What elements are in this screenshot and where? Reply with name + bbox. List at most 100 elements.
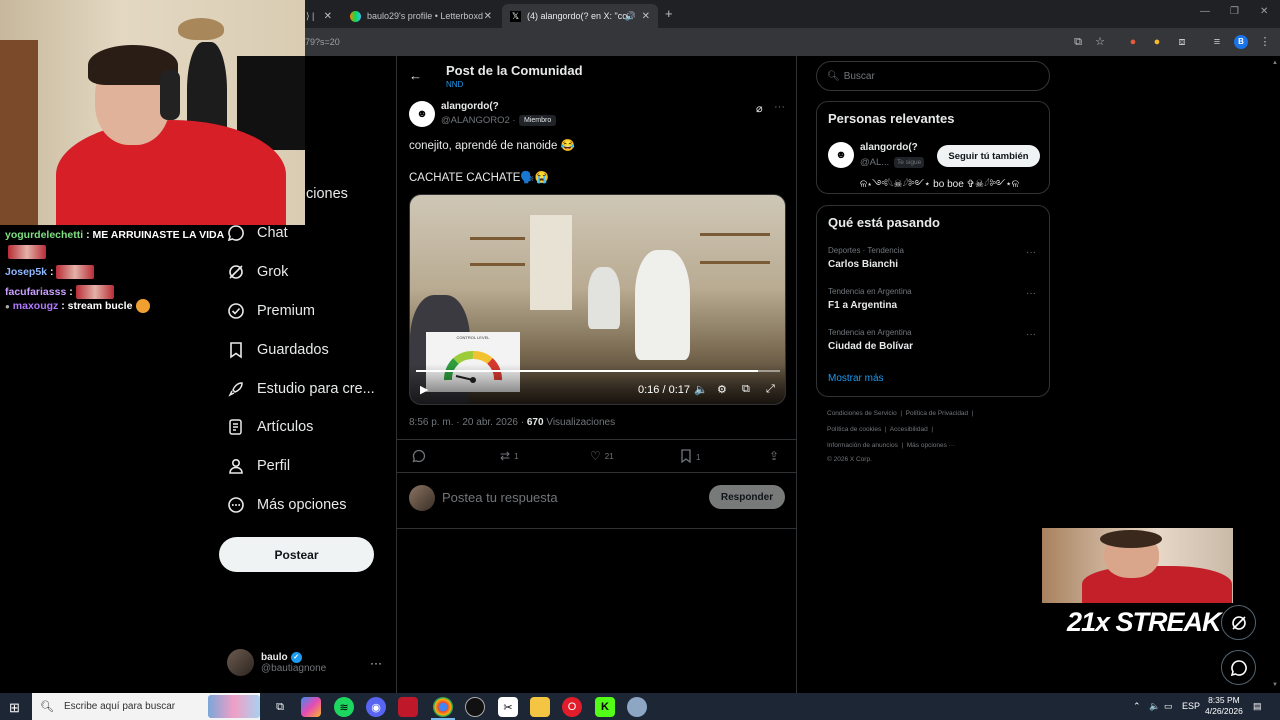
- messages-floating-button[interactable]: [1221, 650, 1256, 685]
- notifications-icon[interactable]: ▤: [1253, 701, 1262, 712]
- reply-input[interactable]: Postea tu respuesta: [442, 490, 558, 505]
- restore-icon[interactable]: ❐: [1230, 6, 1239, 17]
- close-tab-icon[interactable]: ✕: [484, 11, 492, 22]
- footer-link[interactable]: Información de anuncios: [827, 442, 898, 449]
- show-more-link[interactable]: Mostrar más: [828, 373, 884, 384]
- trend-item[interactable]: F1 a Argentina: [828, 300, 897, 311]
- nav-item-studio[interactable]: Estudio para cre...: [227, 380, 375, 398]
- play-icon[interactable]: ▶: [420, 383, 428, 396]
- nav-item-partial[interactable]: ciones: [306, 186, 348, 202]
- relevant-avatar[interactable]: ☻: [828, 142, 854, 168]
- bookmark-star-icon[interactable]: ☆: [1093, 35, 1107, 49]
- extension-color-icon[interactable]: ●: [1150, 35, 1164, 49]
- trend-more-icon[interactable]: ···: [1026, 247, 1036, 258]
- search-input[interactable]: 🔍︎ Buscar: [816, 61, 1050, 91]
- repost-action[interactable]: ⇄ 1: [500, 449, 519, 463]
- volume-icon[interactable]: 🔈: [694, 383, 708, 396]
- author-handle[interactable]: @ALANGORO2 ·: [441, 115, 516, 126]
- reaction-webcam: [1042, 528, 1233, 603]
- new-tab-icon[interactable]: +: [665, 6, 673, 21]
- browser-menu-icon[interactable]: ⋮: [1258, 35, 1272, 49]
- streaming-app-icon[interactable]: [398, 697, 418, 717]
- page-scrollbar[interactable]: [1271, 56, 1280, 693]
- kick-icon[interactable]: K: [595, 697, 615, 717]
- nav-item-profile[interactable]: Perfil: [227, 457, 290, 475]
- bookmark-action[interactable]: 1: [680, 449, 700, 466]
- pip-icon[interactable]: ⧉: [742, 383, 750, 396]
- video-progress-bar[interactable]: [416, 370, 780, 372]
- task-view-icon[interactable]: ⧉: [270, 697, 290, 717]
- footer-link[interactable]: Accesibilidad: [890, 426, 928, 433]
- minimize-icon[interactable]: —: [1200, 6, 1210, 17]
- extension-fox-icon[interactable]: ●: [1126, 35, 1140, 49]
- account-switcher[interactable]: baulo ✓ @bautiagnone: [227, 649, 326, 676]
- network-tray-icon[interactable]: ▭: [1164, 701, 1173, 712]
- nav-item-premium[interactable]: Premium: [227, 302, 315, 320]
- volume-tray-icon[interactable]: 🔈: [1149, 701, 1160, 712]
- trend-item[interactable]: Ciudad de Bolívar: [828, 341, 913, 352]
- follow-button[interactable]: Seguir tú también: [937, 145, 1040, 167]
- capcut-icon[interactable]: ✂: [498, 697, 518, 717]
- share-action[interactable]: ⇪: [769, 449, 779, 463]
- reading-list-icon[interactable]: ≡: [1210, 35, 1224, 49]
- post-more-icon[interactable]: ···: [774, 101, 785, 113]
- speaker-icon[interactable]: 🔊: [625, 11, 636, 22]
- post-button[interactable]: Postear: [219, 537, 374, 572]
- post-timestamp[interactable]: 8:56 p. m. · 20 abr. 2026 ·: [409, 417, 524, 428]
- app-icon[interactable]: [627, 697, 647, 717]
- author-avatar[interactable]: ☻: [409, 101, 435, 127]
- tray-chevron-icon[interactable]: ⌃: [1133, 701, 1141, 712]
- windows-start-icon[interactable]: ⊞: [9, 700, 20, 716]
- reply-action[interactable]: [412, 449, 426, 466]
- close-tab-icon[interactable]: ✕: [324, 11, 332, 22]
- community-name[interactable]: NND: [446, 80, 463, 89]
- account-more-icon[interactable]: ···: [370, 656, 382, 670]
- footer-link[interactable]: Política de cookies: [827, 426, 881, 433]
- profile-avatar-icon[interactable]: B: [1234, 35, 1248, 49]
- search-highlight-image[interactable]: [208, 695, 260, 718]
- browser-tab-x[interactable]: 𝕏 (4) alangordo(? en X: "cone 🔊 ✕: [502, 4, 658, 28]
- grok-floating-button[interactable]: [1221, 605, 1256, 640]
- input-language[interactable]: ESP: [1182, 701, 1200, 711]
- relevant-handle[interactable]: @AL...: [860, 157, 889, 168]
- chrome-icon[interactable]: [433, 697, 453, 717]
- browser-tab-letterboxd[interactable]: baulo29's profile • Letterboxd ✕: [342, 4, 500, 28]
- back-arrow-icon[interactable]: ←: [409, 68, 422, 83]
- author-name[interactable]: alangordo(?: [441, 101, 499, 112]
- discord-icon[interactable]: ◉: [366, 697, 386, 717]
- nav-item-chat[interactable]: Chat: [227, 224, 288, 242]
- trend-item[interactable]: Carlos Bianchi: [828, 259, 898, 270]
- file-explorer-icon[interactable]: [530, 697, 550, 717]
- footer-link[interactable]: Condiciones de Servicio: [827, 410, 897, 417]
- reply-button[interactable]: Responder: [709, 485, 785, 509]
- extensions-puzzle-icon[interactable]: ⧈: [1175, 35, 1189, 49]
- trend-more-icon[interactable]: ···: [1026, 329, 1036, 340]
- relevant-name[interactable]: alangordo(?: [860, 142, 918, 153]
- nav-item-more[interactable]: Más opciones: [227, 496, 346, 514]
- avatar: [227, 649, 254, 676]
- opera-icon[interactable]: O: [562, 697, 582, 717]
- scroll-down-icon[interactable]: ▼: [1272, 682, 1278, 688]
- nav-item-grok[interactable]: Grok: [227, 263, 288, 281]
- spotify-icon[interactable]: ≋: [334, 697, 354, 717]
- copilot-icon[interactable]: [301, 697, 321, 717]
- nav-item-articles[interactable]: Artículos: [227, 418, 313, 436]
- close-window-icon[interactable]: ✕: [1260, 6, 1268, 17]
- install-app-icon[interactable]: ⧉: [1071, 35, 1085, 49]
- close-tab-icon[interactable]: ✕: [642, 11, 650, 22]
- footer-links: Información de anuncios | Más opciones ·…: [827, 442, 956, 449]
- grok-icon[interactable]: ⌀: [756, 102, 763, 115]
- trend-more-icon[interactable]: ···: [1026, 288, 1036, 299]
- url-field[interactable]: 79?s=20: [305, 37, 340, 47]
- scroll-up-icon[interactable]: ▲: [1272, 60, 1278, 66]
- nav-item-bookmarks[interactable]: Guardados: [227, 341, 329, 359]
- like-action[interactable]: ♡ 21: [590, 449, 614, 463]
- video-settings-icon[interactable]: ⚙: [717, 383, 727, 396]
- fullscreen-icon[interactable]: ⤢: [766, 383, 775, 396]
- reaction-person: [1100, 530, 1162, 548]
- system-clock[interactable]: 8:35 PM 4/26/2026: [1205, 695, 1243, 717]
- obs-icon[interactable]: [465, 697, 485, 717]
- footer-link[interactable]: Más opciones ···: [907, 442, 955, 449]
- video-player[interactable]: CONTROL LEVEL ▶ 0:16 / 0:17 🔈 ⚙ ⧉ ⤢: [409, 194, 786, 405]
- footer-link[interactable]: Política de Privacidad: [906, 410, 969, 417]
